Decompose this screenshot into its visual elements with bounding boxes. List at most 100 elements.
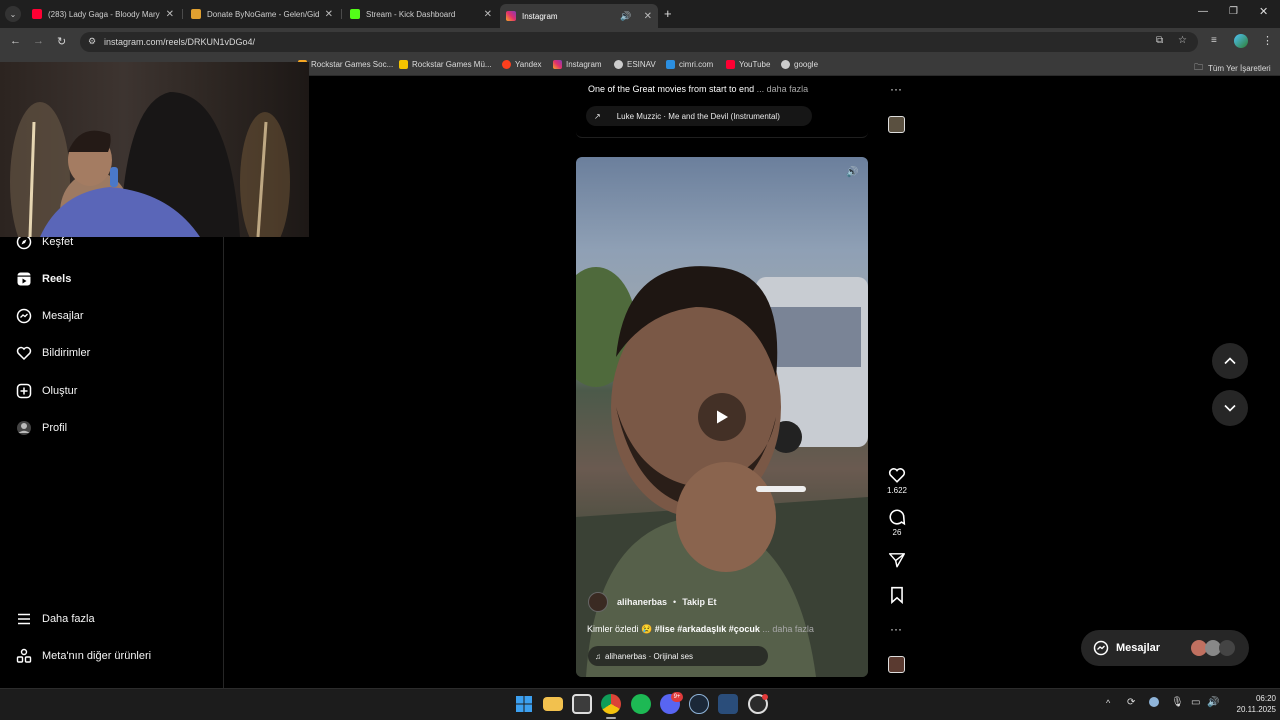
tab-bynogame[interactable]: Donate ByNoGame - Gelen/Giden ✕	[185, 4, 339, 24]
address-bar[interactable]: ⚙ instagram.com/reels/DRKUN1vDGo4/ ⧉ ☆	[80, 32, 1198, 52]
youtube-icon	[726, 60, 735, 69]
volume-icon[interactable]: 🔊	[846, 167, 858, 178]
bookmark-instagram[interactable]: Instagram	[553, 60, 602, 69]
tray-volume-icon[interactable]: 🔊	[1207, 697, 1219, 708]
previous-reel-caption: One of the Great movies from start to en…	[588, 84, 808, 94]
play-button[interactable]	[698, 393, 746, 441]
new-tab-button[interactable]: +	[664, 6, 672, 21]
follow-button[interactable]: Takip Et	[682, 597, 716, 607]
chrome-icon[interactable]	[601, 694, 621, 714]
reel-audio[interactable]: ♫ alihanerbas · Orijinal ses	[588, 646, 768, 666]
store-icon[interactable]	[572, 694, 592, 714]
tab-instagram[interactable]: Instagram 🔊 ✕	[500, 4, 658, 28]
chevron-down-icon	[1224, 404, 1236, 412]
tray-steam-icon[interactable]	[1149, 697, 1159, 707]
bookmark-label: Rockstar Games Soc...	[311, 60, 394, 69]
close-window-icon[interactable]: ✕	[1259, 5, 1268, 18]
tray-chevron-icon[interactable]: ^	[1106, 698, 1110, 708]
minimize-icon[interactable]: —	[1198, 6, 1208, 17]
all-bookmarks[interactable]: 🗀 Tüm Yer İşaretleri	[1194, 60, 1271, 76]
star-icon[interactable]: ☆	[1178, 35, 1187, 46]
forward-icon[interactable]: →	[33, 35, 44, 47]
install-app-icon[interactable]: ⧉	[1156, 35, 1163, 46]
profile-avatar[interactable]	[1234, 34, 1248, 48]
taskbar-clock[interactable]: 06:20 20.11.2025	[1224, 693, 1276, 715]
bookmark-label: Yandex	[515, 60, 542, 69]
messenger-icon	[1093, 640, 1109, 656]
sidebar-item-reels[interactable]: Reels	[16, 271, 71, 287]
tab-youtube[interactable]: (283) Lady Gaga - Bloody Mary ✕	[26, 4, 180, 24]
back-icon[interactable]: ←	[10, 35, 21, 47]
tray-mic-icon[interactable]: 🎙	[1171, 697, 1184, 708]
more-options-icon[interactable]: ···	[890, 622, 902, 636]
avatar	[1219, 640, 1235, 656]
sidebar-item-more[interactable]: Daha fazla	[16, 611, 95, 627]
like-action[interactable]: 1.622	[880, 466, 914, 495]
previous-reel-button[interactable]	[1212, 343, 1248, 379]
audio-thumbnail[interactable]	[888, 116, 905, 133]
hamburger-icon	[16, 611, 32, 627]
spotify-icon[interactable]	[631, 694, 651, 714]
more-options-icon[interactable]: ···	[890, 82, 902, 96]
audio-thumbnail[interactable]	[888, 656, 905, 673]
site-info-icon[interactable]: ⚙	[88, 36, 96, 47]
caption-text: Kimler özledi 😢	[587, 624, 653, 634]
tab-search-button[interactable]: ⌄	[5, 6, 21, 22]
discord-badge: 9+	[671, 692, 683, 702]
share-action[interactable]	[880, 551, 914, 571]
app-icon[interactable]	[718, 694, 738, 714]
reload-icon[interactable]: ↻	[57, 35, 66, 48]
tray-sync-icon[interactable]: ⟳	[1127, 697, 1135, 708]
bookmark-cimri[interactable]: cimri.com	[666, 60, 713, 69]
close-icon[interactable]: ✕	[484, 9, 492, 20]
bookmark-rockstar-social[interactable]: Rockstar Games Soc...	[298, 60, 393, 69]
tab-label: Stream - Kick Dashboard	[366, 9, 456, 19]
reel-author: alihanerbas • Takip Et	[588, 592, 717, 612]
sidebar-item-meta[interactable]: Meta'nın diğer ürünleri	[16, 648, 151, 664]
music-note-icon: ♫	[595, 651, 601, 661]
more-link[interactable]: ... daha fazla	[757, 84, 809, 94]
sidebar-item-profile[interactable]: Profil	[16, 420, 67, 436]
messages-label: Mesajlar	[1116, 642, 1161, 654]
sidebar-item-notifications[interactable]: Bildirimler	[16, 345, 90, 361]
tray-network-icon[interactable]: ▭	[1191, 697, 1200, 708]
next-reel-button[interactable]	[1212, 390, 1248, 426]
sidebar-item-messages[interactable]: Mesajlar	[16, 308, 84, 324]
restore-icon[interactable]: ❐	[1229, 6, 1238, 17]
close-icon[interactable]: ✕	[644, 11, 652, 22]
steam-icon[interactable]	[689, 694, 709, 714]
folder-icon: 🗀	[1194, 62, 1204, 72]
youtube-icon	[32, 9, 42, 19]
speaker-icon[interactable]: 🔊	[620, 11, 631, 22]
author-avatar[interactable]	[588, 592, 608, 612]
username-link[interactable]: alihanerbas	[617, 597, 667, 607]
file-explorer-icon[interactable]	[543, 697, 563, 711]
previous-reel-music[interactable]: ↗ Luke Muzzic · Me and the Devil (Instru…	[586, 106, 812, 126]
arrow-up-right-icon: ↗	[594, 111, 601, 121]
close-icon[interactable]: ✕	[325, 9, 333, 20]
messages-floating-button[interactable]: Mesajlar	[1081, 630, 1249, 666]
bookmark-rockstar-music[interactable]: Rockstar Games Mü...	[399, 60, 492, 69]
windows-start-icon[interactable]	[514, 694, 534, 714]
clock-date: 20.11.2025	[1236, 705, 1276, 714]
sidebar-item-create[interactable]: Oluştur	[16, 383, 77, 399]
clock-time: 06:20	[1255, 694, 1276, 703]
comment-action[interactable]: 26	[880, 508, 914, 537]
bookmark-label: Instagram	[566, 60, 602, 69]
sidebar-item-label: Oluştur	[42, 385, 78, 397]
messenger-icon	[16, 308, 32, 324]
meta-apps-icon	[16, 648, 32, 664]
bookmark-youtube[interactable]: YouTube	[726, 60, 770, 69]
sidebar-item-label: Mesajlar	[42, 310, 84, 322]
tab-kick[interactable]: Stream - Kick Dashboard ✕	[344, 4, 498, 24]
hashtags[interactable]: #lise #arkadaşlık #çocuk	[655, 624, 760, 634]
media-control-icon[interactable]: ≡	[1211, 35, 1217, 46]
more-link[interactable]: ... daha fazla	[762, 624, 814, 634]
chevron-up-icon	[1224, 357, 1236, 365]
close-icon[interactable]: ✕	[166, 9, 174, 20]
bookmark-esinav[interactable]: ESINAV	[614, 60, 656, 69]
more-menu-icon[interactable]: ⋮	[1262, 34, 1273, 47]
bookmark-google[interactable]: google	[781, 60, 818, 69]
bookmark-yandex[interactable]: Yandex	[502, 60, 542, 69]
save-action[interactable]	[880, 586, 914, 606]
